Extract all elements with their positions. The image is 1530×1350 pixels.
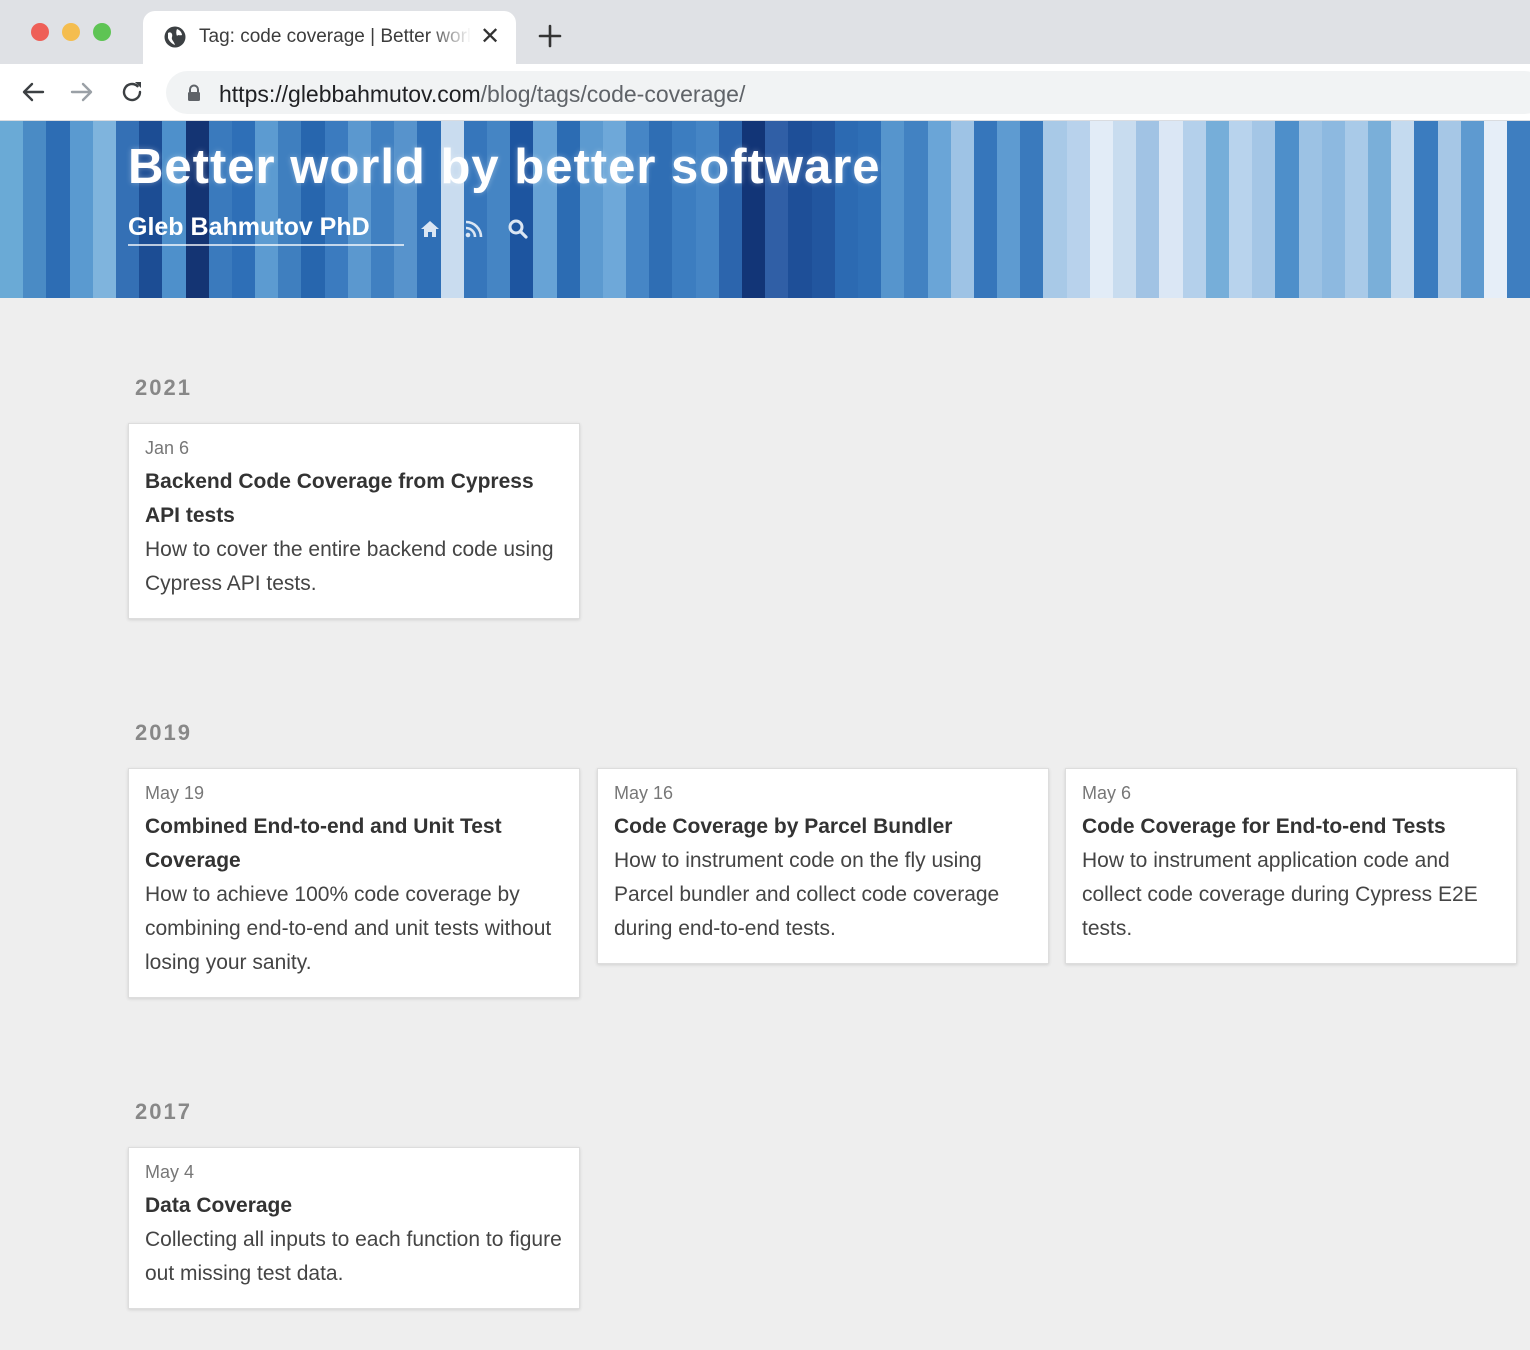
stripe: [1043, 121, 1067, 298]
stripe: [46, 121, 70, 298]
year-heading: 2017: [135, 1099, 192, 1124]
stripe: [1507, 121, 1530, 298]
post-description: How to instrument application code and c…: [1082, 849, 1478, 940]
post-card[interactable]: May 6 Code Coverage for End-to-end Tests…: [1065, 768, 1517, 964]
stripe: [950, 121, 974, 298]
stripe: [1321, 121, 1345, 298]
home-icon[interactable]: [419, 218, 441, 240]
browser-tab-active[interactable]: Tag: code coverage | Better world by bet…: [143, 11, 516, 64]
address-bar[interactable]: https://glebbahmutov.com/blog/tags/code-…: [166, 71, 1530, 114]
stripe: [973, 121, 998, 298]
post-date: Jan 6: [145, 438, 190, 458]
post-title[interactable]: Combined End-to-end and Unit Test Covera…: [145, 810, 563, 878]
post-card[interactable]: Jan 6 Backend Code Coverage from Cypress…: [128, 423, 580, 619]
stripe: [92, 121, 116, 298]
year-heading: 2021: [135, 375, 192, 400]
url-text: https://glebbahmutov.com/blog/tags/code-…: [219, 81, 745, 108]
new-tab-plus-icon[interactable]: [536, 22, 564, 50]
stripe: [1414, 121, 1438, 298]
site-title[interactable]: Better world by better software: [128, 139, 881, 195]
post-title[interactable]: Data Coverage: [145, 1189, 563, 1223]
forward-arrow-icon[interactable]: [68, 78, 96, 106]
stripe: [1437, 121, 1461, 298]
post-card[interactable]: May 4 Data Coverage Collecting all input…: [128, 1147, 580, 1309]
site-header-banner: Better world by better software Gleb Bah…: [0, 121, 1530, 298]
stripe: [1298, 121, 1322, 298]
reload-icon[interactable]: [118, 78, 146, 106]
post-date: May 6: [1082, 783, 1132, 803]
tab-close-icon[interactable]: ✕: [477, 24, 503, 50]
stripe: [881, 121, 905, 298]
tab-title: Tag: code coverage | Better world by bet…: [199, 26, 471, 47]
stripe: [1484, 121, 1508, 298]
stripe: [0, 121, 24, 298]
post-date: May 4: [145, 1162, 195, 1182]
url-host: https://glebbahmutov.com: [219, 81, 481, 107]
stripe: [997, 121, 1021, 298]
stripe: [904, 121, 928, 298]
stripe: [69, 121, 93, 298]
stripe: [1205, 121, 1229, 298]
stripe: [1252, 121, 1276, 298]
lock-icon: [188, 84, 200, 101]
stripe: [1391, 121, 1415, 298]
author-link[interactable]: Gleb Bahmutov PhD: [128, 213, 404, 246]
post-description: How to instrument code on the fly using …: [614, 849, 1000, 940]
post-date: May 19: [145, 783, 205, 803]
back-arrow-icon[interactable]: [19, 78, 47, 106]
stripe: [1228, 121, 1253, 298]
stripe: [927, 121, 951, 298]
stripe: [1113, 121, 1137, 298]
url-path: /blog/tags/code-coverage/: [480, 81, 746, 107]
stripe: [23, 121, 47, 298]
globe-icon: [164, 26, 186, 48]
post-card[interactable]: May 16 Code Coverage by Parcel Bundler H…: [597, 768, 1049, 964]
maximize-window-button[interactable]: [93, 23, 111, 41]
post-title[interactable]: Code Coverage for End-to-end Tests: [1082, 810, 1500, 844]
stripe: [1089, 121, 1113, 298]
stripe: [1066, 121, 1090, 298]
stripe: [1344, 121, 1369, 298]
stripe: [1136, 121, 1160, 298]
year-heading: 2019: [135, 720, 192, 745]
stripe: [1020, 121, 1044, 298]
browser-toolbar: https://glebbahmutov.com/blog/tags/code-…: [0, 64, 1530, 121]
post-title[interactable]: Code Coverage by Parcel Bundler: [614, 810, 1032, 844]
post-title[interactable]: Backend Code Coverage from Cypress API t…: [145, 465, 563, 533]
stripe: [1159, 121, 1183, 298]
post-description: How to cover the entire backend code usi…: [145, 538, 554, 595]
close-window-button[interactable]: [31, 23, 49, 41]
stripe: [1275, 121, 1299, 298]
stripe: [1368, 121, 1392, 298]
post-date: May 16: [614, 783, 674, 803]
stripe: [1182, 121, 1206, 298]
search-icon[interactable]: [507, 218, 529, 240]
post-description: How to achieve 100% code coverage by com…: [145, 883, 552, 974]
browser-tab-bar: Tag: code coverage | Better world by bet…: [0, 0, 1530, 64]
rss-icon[interactable]: [463, 218, 485, 240]
minimize-window-button[interactable]: [62, 23, 80, 41]
post-description: Collecting all inputs to each function t…: [145, 1228, 562, 1285]
stripe: [1460, 121, 1484, 298]
post-card[interactable]: May 19 Combined End-to-end and Unit Test…: [128, 768, 580, 998]
